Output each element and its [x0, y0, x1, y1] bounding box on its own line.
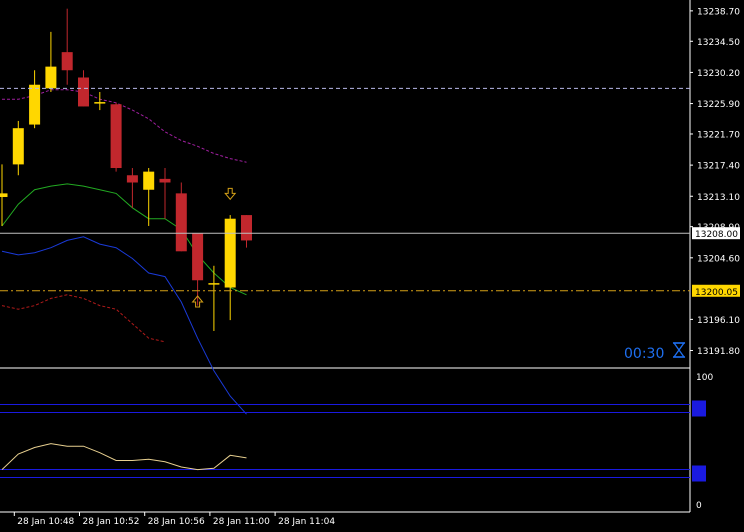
price-tick-label-5: 13217.40: [697, 162, 740, 172]
osc-level-handle-1[interactable]: [692, 465, 706, 482]
price-tick-label-1: 13234.50: [697, 38, 740, 48]
candle-body: [45, 66, 57, 89]
candle-body: [192, 233, 204, 281]
hourglass-shape: [672, 342, 686, 358]
candle-1[interactable]: [12, 120, 24, 176]
price-tick-label-7: 13208.90: [697, 223, 740, 233]
candle-13[interactable]: [208, 265, 220, 331]
osc-tick-min: 0: [696, 501, 702, 511]
price-tick-label-2: 13230.20: [697, 69, 740, 79]
candle-9[interactable]: [143, 168, 155, 226]
candle-0[interactable]: [0, 164, 8, 226]
candle-body: [61, 52, 73, 71]
candle-body: [159, 178, 171, 183]
candle-11[interactable]: [175, 182, 187, 252]
candle-10[interactable]: [159, 168, 171, 219]
price-tick-label-9: 13196.10: [697, 316, 740, 326]
time-label-1: 28 Jan 10:52: [83, 517, 140, 527]
price-label-2: 13200.05: [692, 284, 740, 298]
oscillator-line: [1, 443, 247, 471]
candle-body: [110, 104, 122, 169]
bollinger-middle-line: [1, 183, 247, 296]
envelope-lower-line: [1, 294, 166, 343]
candle-body: [175, 193, 187, 252]
candle-14[interactable]: [224, 215, 236, 321]
price-tick-label-4: 13221.70: [697, 130, 740, 140]
candle-12[interactable]: [192, 233, 204, 306]
candle-3[interactable]: [45, 31, 57, 92]
arrow-down-icon-1: [224, 187, 237, 201]
candle-4[interactable]: [61, 8, 73, 85]
candle-body: [143, 171, 155, 190]
candle-body: [126, 175, 138, 183]
candle-6[interactable]: [94, 91, 106, 111]
hourglass-icon: [672, 342, 686, 358]
price-tick-label-10: 13191.80: [697, 347, 740, 357]
price-tick-label-6: 13213.10: [697, 193, 740, 203]
osc-level-handle-0[interactable]: [692, 400, 706, 417]
price-tick-label-8: 13204.60: [697, 254, 740, 264]
candle-body: [29, 84, 41, 125]
price-label-text: 13200.05: [695, 288, 738, 298]
candle-body: [0, 193, 8, 197]
candle-15[interactable]: [241, 215, 252, 248]
timer-text: 00:30: [624, 346, 664, 362]
candle-body: [12, 128, 24, 165]
price-tick-label-0: 13238.70: [697, 7, 740, 17]
candle-body: [78, 77, 89, 107]
candle-timer: 00:30: [624, 342, 686, 362]
candle-body: [241, 215, 252, 241]
time-label-0: 28 Jan 10:48: [17, 517, 74, 527]
price-tick-label-3: 13225.90: [697, 100, 740, 110]
candlestick-chart[interactable]: 00:30 13208.0013200.0513238.7013234.5013…: [0, 0, 744, 528]
time-label-2: 28 Jan 10:56: [148, 517, 205, 527]
time-label-3: 28 Jan 11:00: [213, 517, 270, 527]
candle-7[interactable]: [110, 102, 122, 172]
osc-tick-max: 100: [696, 373, 713, 383]
candle-8[interactable]: [126, 168, 138, 208]
candle-2[interactable]: [29, 70, 41, 129]
chart-window[interactable]: 00:30 13208.00 13200.05 13238.70 13234.50 13…: [0, 0, 744, 528]
bollinger-lower-line: [1, 236, 247, 415]
candle-body: [224, 218, 236, 288]
time-label-4: 28 Jan 11:04: [278, 517, 335, 527]
